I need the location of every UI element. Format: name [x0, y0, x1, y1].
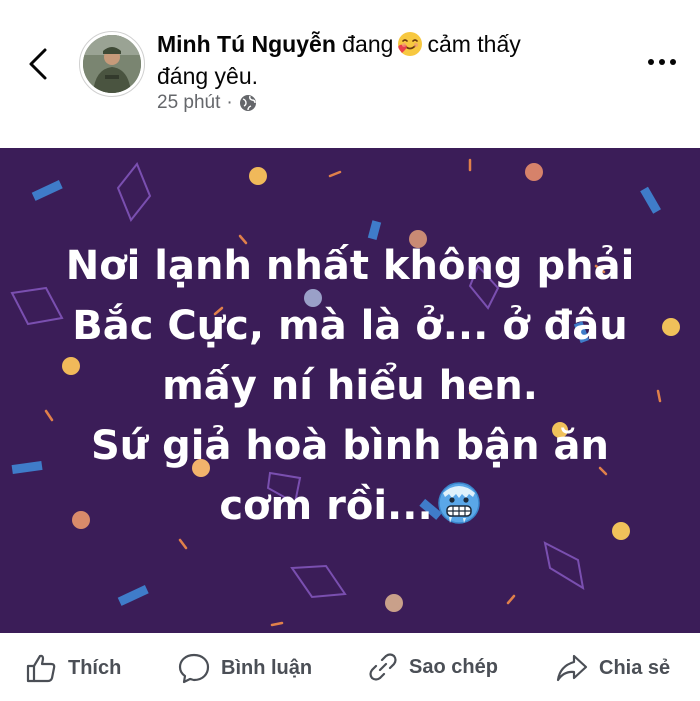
- more-options-button[interactable]: [642, 50, 682, 74]
- post-text-line: Nơi lạnh nhất không phải: [65, 243, 635, 289]
- globe-icon: [239, 95, 256, 111]
- avatar[interactable]: [79, 31, 145, 97]
- share-label: Chia sẻ: [599, 656, 671, 679]
- share-arrow-icon: [556, 654, 588, 682]
- comment-bubble-icon: [178, 653, 210, 684]
- copy-label: Sao chép: [409, 655, 498, 678]
- smiling-hearts-emoji-icon: [398, 32, 423, 56]
- author-name[interactable]: Minh Tú Nguyễn: [157, 31, 336, 57]
- post-background-card[interactable]: Nơi lạnh nhất không phải Bắc Cực, mà là …: [0, 148, 700, 633]
- cold-face-emoji-icon: [437, 482, 480, 524]
- post-action-bar: Thích Bình luận Sao chép Chia sẻ: [0, 633, 700, 701]
- post-text: Nơi lạnh nhất không phải Bắc Cực, mà là …: [0, 236, 700, 536]
- post-text-line: Bắc Cực, mà là ở... ở đâu: [72, 303, 628, 349]
- like-button[interactable]: Thích: [24, 651, 121, 685]
- status-feeling: cảm thấy: [427, 31, 521, 57]
- dot: [659, 59, 665, 65]
- dot: [648, 59, 654, 65]
- avatar-photo: [83, 35, 141, 93]
- thumbs-up-icon: [26, 654, 56, 683]
- post-header: Minh Tú Nguyễn đang cảm thấy đáng yêu. 2…: [0, 0, 700, 148]
- meta-separator: ·: [226, 92, 233, 113]
- comment-button[interactable]: Bình luận: [177, 651, 312, 685]
- status-feeling-line2: đáng yêu.: [157, 63, 259, 89]
- post-author-line: Minh Tú Nguyễn đang cảm thấy đáng yêu.: [157, 28, 597, 92]
- copy-link-button[interactable]: Sao chép: [367, 651, 498, 683]
- like-label: Thích: [68, 656, 122, 679]
- post-time[interactable]: 25 phút: [157, 92, 220, 114]
- post-text-line: Sứ giả hoà bình bận ăn: [90, 423, 610, 469]
- chevron-left-icon: [29, 48, 47, 80]
- post-meta: 25 phút ·: [157, 92, 257, 114]
- post-text-line: cơm rồi...: [219, 483, 433, 529]
- post-text-line: mấy ní hiểu hen.: [162, 363, 538, 409]
- dot: [670, 59, 676, 65]
- status-prefix: đang: [342, 31, 394, 57]
- share-button[interactable]: Chia sẻ: [555, 651, 670, 685]
- link-icon: [369, 653, 397, 681]
- comment-label: Bình luận: [221, 656, 313, 679]
- back-button[interactable]: [22, 45, 54, 83]
